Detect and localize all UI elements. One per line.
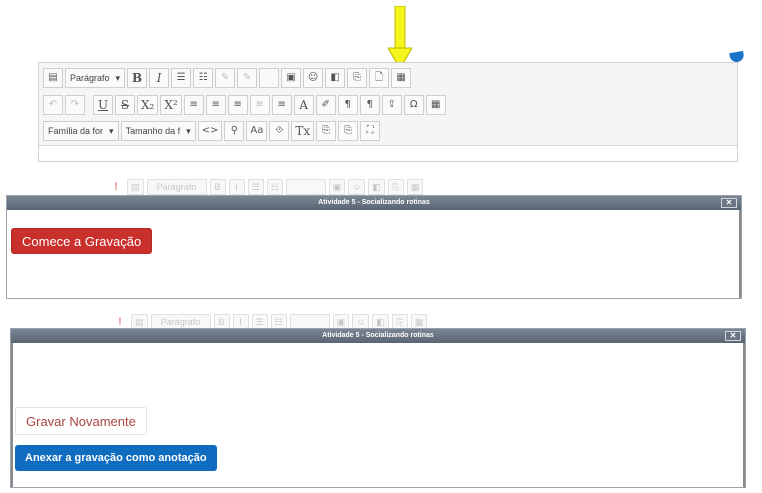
bold-icon: B	[209, 179, 226, 195]
underline-button[interactable]: U	[93, 95, 113, 115]
dialog-border-right	[739, 210, 741, 298]
font-size-select[interactable]: Tamanho da f ▾	[120, 121, 196, 141]
close-icon: ✕	[725, 198, 733, 207]
media-button[interactable]: ◧	[325, 68, 346, 88]
chevron-down-icon: ▾	[109, 125, 114, 136]
record-icon: ▦	[406, 179, 424, 195]
ordered-list-button[interactable]: ☷	[193, 68, 214, 88]
recording-dialog-1: Atividade 5 - Socializando rotinas ✕ Com…	[6, 195, 742, 299]
image-button[interactable]: ▣	[281, 68, 302, 88]
list-icon: ☷	[266, 179, 283, 195]
dialog-border-right	[743, 343, 745, 487]
attach-recording-label: Anexar a gravação como anotação	[25, 452, 207, 464]
record-again-label: Gravar Novamente	[26, 413, 136, 429]
italic-button[interactable]: I	[149, 68, 170, 88]
paste-word-button[interactable]: ⎘	[338, 121, 359, 141]
font-color-button[interactable]: A	[293, 95, 314, 115]
link-button[interactable]: ✎	[215, 68, 236, 88]
dialog-title: Atividade 5 - Socializando rotinas	[322, 332, 434, 339]
background-toolbar-1: ! ▤ Parágrafo B I ☰ ☷ ▣ ☺ ◧ ⎘ ▦	[108, 179, 424, 195]
redo-button[interactable]: ↷	[65, 95, 85, 115]
italic-icon: I	[228, 179, 245, 195]
undo-button[interactable]: ↶	[43, 95, 63, 115]
ltr-button[interactable]: ¶	[337, 95, 358, 115]
rtl-button[interactable]: ¶	[359, 95, 380, 115]
toolbar-toggle-icon: ▤	[127, 179, 144, 195]
image-icon: ▣	[328, 179, 346, 195]
indent-button[interactable]: ≡	[271, 95, 292, 115]
table-button[interactable]: ▦	[425, 95, 446, 115]
special-char-button[interactable]: Ω	[403, 95, 424, 115]
unlink-button[interactable]: ✎	[237, 68, 258, 88]
record-audio-button[interactable]: 🗋	[369, 68, 390, 88]
rich-text-editor: ▤ Parágrafo ▾ B I ☰ ☷ ✎ ✎ ▣ ☺ ◧ ⎘ 🗋 ▦ ↶ …	[38, 62, 738, 162]
toolbar-row-2: ↶ ↷ U S X₂ X² ≡ ≡ ≡ ≡ ≡ A ✐ ¶ ¶ ⇪ Ω ▦	[43, 94, 446, 116]
editor-content-area[interactable]	[39, 145, 737, 161]
manage-files-button[interactable]: ⎘	[347, 68, 368, 88]
paragraph-format-label: Parágrafo	[70, 73, 110, 83]
attach-recording-button[interactable]: Anexar a gravação como anotação	[15, 445, 217, 471]
nonbreaking-space-button[interactable]: Aa	[246, 121, 268, 141]
align-center-button[interactable]: ≡	[205, 95, 226, 115]
align-right-button[interactable]: ≡	[227, 95, 248, 115]
search-replace-button[interactable]: ⚲	[224, 121, 245, 141]
recording-dialog-2: Atividade 5 - Socializando rotinas ✕ Gra…	[10, 328, 746, 488]
start-recording-label: Comece a Gravação	[22, 233, 142, 249]
close-button[interactable]: ✕	[725, 331, 741, 341]
dialog-title-bar: Atividade 5 - Socializando rotinas ✕	[11, 329, 745, 343]
list-icon: ☰	[247, 179, 264, 195]
fullscreen-button[interactable]: ⛶	[360, 121, 381, 141]
start-recording-button[interactable]: Comece a Gravação	[11, 228, 153, 254]
subscript-button[interactable]: X₂	[137, 95, 159, 115]
yellow-arrow-icon	[388, 6, 412, 70]
align-left-button[interactable]: ≡	[183, 95, 204, 115]
dialog-border-left	[11, 343, 13, 487]
close-icon: ✕	[729, 331, 737, 340]
emoji-button[interactable]: ☺	[303, 68, 324, 88]
media-icon: ◧	[368, 179, 385, 195]
anchor-button[interactable]	[259, 68, 280, 88]
toolbar-row-3: Família da for ▾ Tamanho da f ▾ <> ⚲ Aa …	[43, 120, 381, 142]
paste-text-button[interactable]: ⎘	[316, 121, 337, 141]
dialog-title: Atividade 5 - Socializando rotinas	[318, 199, 430, 206]
dialog-title-bar: Atividade 5 - Socializando rotinas ✕	[7, 196, 741, 210]
link-icon	[285, 179, 326, 195]
error-icon: !	[114, 181, 118, 193]
font-family-label: Família da for	[48, 126, 104, 136]
bold-button[interactable]: B	[127, 68, 148, 88]
html-source-button[interactable]: <>	[197, 121, 223, 141]
toolbar-toggle-button[interactable]: ▤	[43, 68, 63, 88]
close-button[interactable]: ✕	[721, 198, 737, 208]
record-again-button[interactable]: Gravar Novamente	[15, 407, 147, 435]
format-painter-button[interactable]: ⟐	[269, 121, 290, 141]
equation-button[interactable]: ⇪	[381, 95, 402, 115]
superscript-button[interactable]: X²	[160, 95, 182, 115]
font-size-label: Tamanho da f	[125, 126, 181, 136]
chevron-down-icon: ▾	[186, 125, 191, 136]
paragraph-format-select[interactable]: Parágrafo ▾	[65, 68, 126, 88]
outdent-button[interactable]: ≡	[249, 95, 270, 115]
unordered-list-button[interactable]: ☰	[171, 68, 192, 88]
paragraph-format-label: Parágrafo	[146, 179, 207, 195]
emoji-icon: ☺	[348, 179, 366, 195]
chevron-down-icon: ▾	[115, 72, 121, 83]
background-color-button[interactable]: ✐	[315, 95, 336, 115]
font-family-select[interactable]: Família da for ▾	[43, 121, 119, 141]
toolbar-row-1: ▤ Parágrafo ▾ B I ☰ ☷ ✎ ✎ ▣ ☺ ◧ ⎘ 🗋 ▦	[43, 67, 412, 89]
strikethrough-button[interactable]: S	[115, 95, 135, 115]
record-video-button[interactable]: ▦	[391, 68, 412, 88]
clear-format-button[interactable]: Tx	[291, 121, 315, 141]
file-icon: ⎘	[387, 179, 404, 195]
